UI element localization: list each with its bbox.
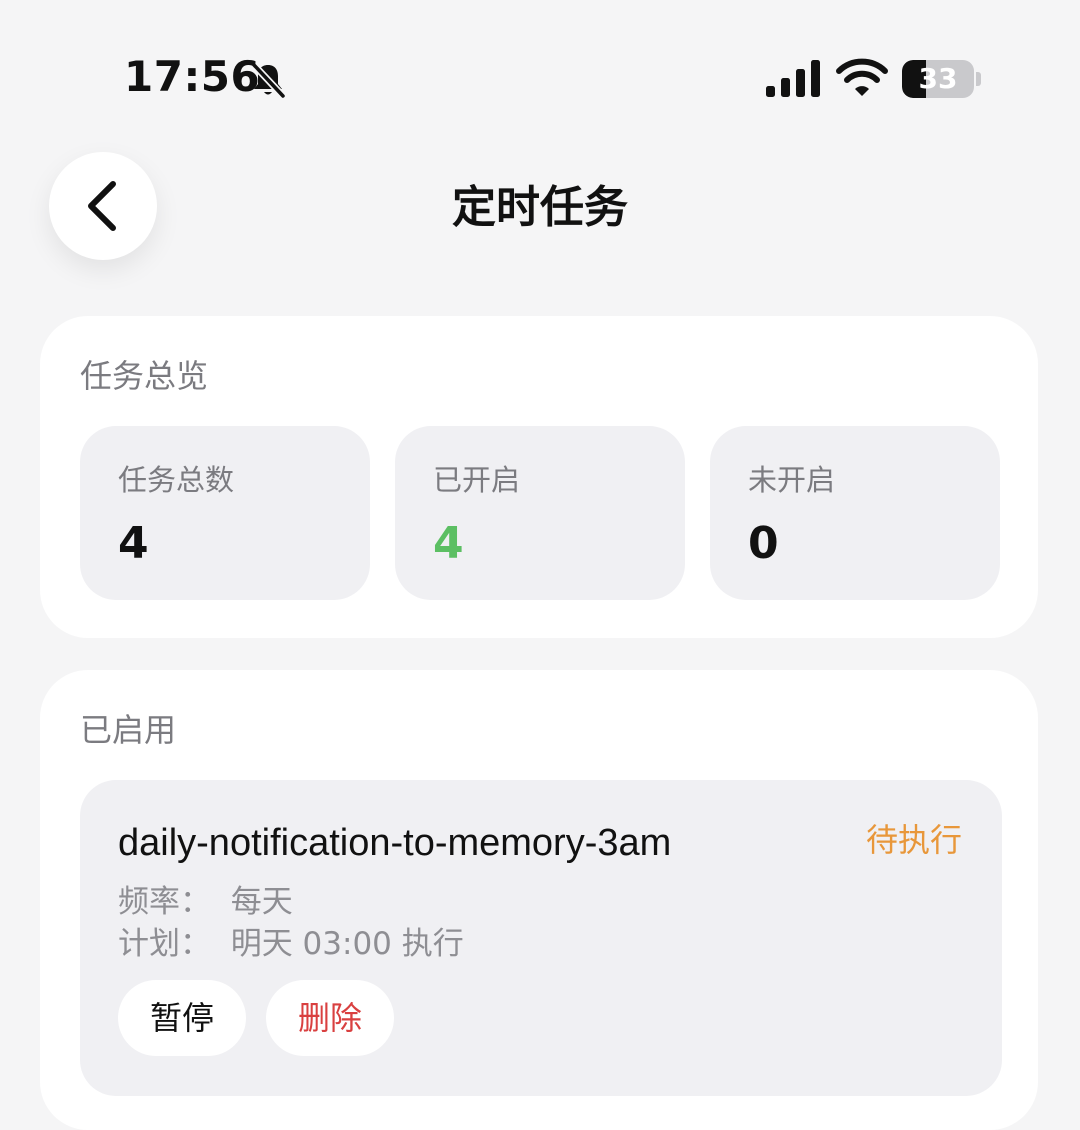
overview-section-title: 任务总览: [80, 357, 209, 395]
back-button[interactable]: [49, 152, 157, 260]
status-bar: 17:56 33: [0, 0, 1080, 150]
stat-disabled: 未开启 0: [710, 426, 1000, 600]
delete-button[interactable]: 删除: [266, 980, 394, 1056]
stat-enabled: 已开启 4: [395, 426, 685, 600]
stat-enabled-value: 4: [433, 518, 464, 569]
overview-card: 任务总览 任务总数 4 已开启 4 未开启 0: [40, 316, 1038, 638]
enabled-tasks-card: 已启用 daily-notification-to-memory-3am 待执行…: [40, 670, 1038, 1130]
battery-icon: 33: [902, 60, 974, 98]
wifi-icon: [836, 58, 888, 96]
status-time: 17:56: [124, 52, 261, 101]
task-schedule: 计划： 明天 03:00 执行: [118, 926, 464, 962]
stat-total: 任务总数 4: [80, 426, 370, 600]
stat-enabled-label: 已开启: [433, 463, 521, 497]
stat-disabled-label: 未开启: [748, 463, 836, 497]
stat-total-label: 任务总数: [118, 463, 235, 497]
chevron-left-icon: [88, 181, 116, 231]
battery-nub: [976, 72, 981, 86]
stat-total-value: 4: [118, 518, 149, 569]
bell-slash-icon: [251, 62, 286, 99]
task-status-badge: 待执行: [865, 821, 962, 859]
pause-button[interactable]: 暂停: [118, 980, 246, 1056]
enabled-section-title: 已启用: [80, 711, 177, 749]
stat-disabled-value: 0: [748, 518, 779, 569]
task-frequency: 频率： 每天: [118, 884, 293, 920]
task-name: daily-notification-to-memory-3am: [118, 822, 672, 864]
page-title: 定时任务: [452, 182, 628, 233]
task-item[interactable]: daily-notification-to-memory-3am 待执行 频率：…: [80, 780, 1002, 1096]
battery-level: 33: [918, 62, 958, 95]
signal-icon: [766, 60, 820, 97]
